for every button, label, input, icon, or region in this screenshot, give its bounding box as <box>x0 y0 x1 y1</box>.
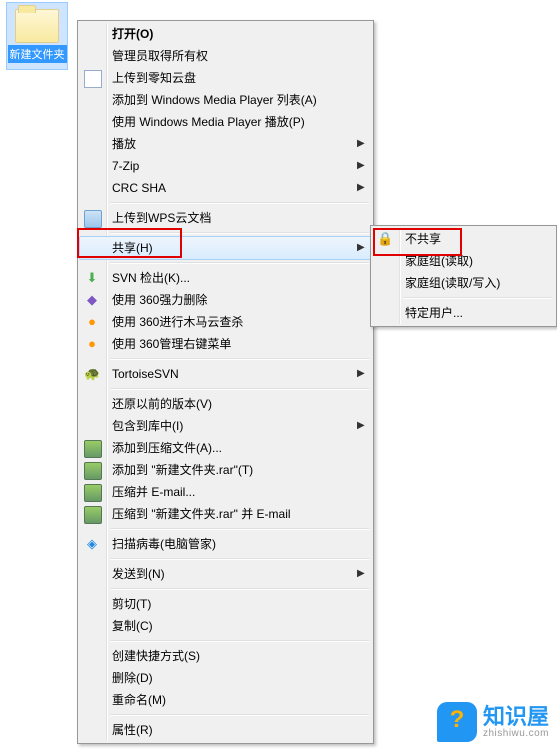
logo-subtext: zhishiwu.com <box>483 728 549 739</box>
separator <box>110 588 369 590</box>
separator <box>110 202 369 204</box>
menu-share[interactable]: 共享(H) ▶ <box>79 236 372 260</box>
menu-properties[interactable]: 属性(R) <box>80 719 371 741</box>
lock-icon: 🔒 <box>377 231 393 247</box>
menu-open[interactable]: 打开(O) <box>80 23 371 45</box>
separator <box>110 358 369 360</box>
menu-admin-ownership[interactable]: 管理员取得所有权 <box>80 45 371 67</box>
svn-checkout-icon: ⬇ <box>84 270 100 286</box>
wps-icon <box>84 210 102 228</box>
separator <box>403 297 552 299</box>
menu-wmp-play[interactable]: 使用 Windows Media Player 播放(P) <box>80 111 371 133</box>
menu-copy[interactable]: 复制(C) <box>80 615 371 637</box>
menu-play[interactable]: 播放 ▶ <box>80 133 371 155</box>
chevron-right-icon: ▶ <box>357 415 365 437</box>
submenu-no-share[interactable]: 🔒 不共享 <box>373 228 554 250</box>
chevron-right-icon: ▶ <box>357 563 365 585</box>
submenu-specific-user[interactable]: 特定用户... <box>373 302 554 324</box>
menu-tortoisesvn[interactable]: 🐢 TortoiseSVN ▶ <box>80 363 371 385</box>
menu-wmp-add[interactable]: 添加到 Windows Media Player 列表(A) <box>80 89 371 111</box>
separator <box>110 640 369 642</box>
folder-icon <box>15 9 59 43</box>
menu-crc-sha[interactable]: CRC SHA ▶ <box>80 177 371 199</box>
menu-svn-checkout[interactable]: ⬇ SVN 检出(K)... <box>80 267 371 289</box>
menu-upload-cloud[interactable]: 上传到零知云盘 <box>80 67 371 89</box>
logo-text: 知识屋 <box>483 706 549 728</box>
submenu-homegroup-readwrite[interactable]: 家庭组(读取/写入) <box>373 272 554 294</box>
submenu-homegroup-read[interactable]: 家庭组(读取) <box>373 250 554 272</box>
winrar-icon <box>84 462 102 480</box>
separator <box>110 388 369 390</box>
site-watermark: 知识屋 zhishiwu.com <box>437 700 549 744</box>
cloud-doc-icon <box>84 70 102 88</box>
menu-rename[interactable]: 重命名(M) <box>80 689 371 711</box>
separator <box>110 232 369 234</box>
winrar-icon <box>84 484 102 502</box>
menu-360-manage[interactable]: ● 使用 360管理右键菜单 <box>80 333 371 355</box>
menu-create-shortcut[interactable]: 创建快捷方式(S) <box>80 645 371 667</box>
logo-bubble-icon <box>437 702 477 742</box>
winrar-icon <box>84 440 102 458</box>
context-menu-main: 打开(O) 管理员取得所有权 上传到零知云盘 添加到 Windows Media… <box>77 20 374 744</box>
folder-label: 新建文件夹 <box>8 45 67 63</box>
360-delete-icon: ◆ <box>84 292 100 308</box>
menu-wps-upload[interactable]: 上传到WPS云文档 <box>80 207 371 229</box>
context-menu-share-submenu: 🔒 不共享 家庭组(读取) 家庭组(读取/写入) 特定用户... <box>370 225 557 327</box>
menu-rar-add-named[interactable]: 添加到 "新建文件夹.rar"(T) <box>80 459 371 481</box>
separator <box>110 528 369 530</box>
separator <box>110 558 369 560</box>
tortoise-icon: 🐢 <box>84 366 100 382</box>
winrar-icon <box>84 506 102 524</box>
menu-send-to[interactable]: 发送到(N) ▶ <box>80 563 371 585</box>
chevron-right-icon: ▶ <box>357 363 365 385</box>
menu-restore-previous[interactable]: 还原以前的版本(V) <box>80 393 371 415</box>
menu-virus-scan[interactable]: ◈ 扫描病毒(电脑管家) <box>80 533 371 555</box>
menu-rar-email-named[interactable]: 压缩到 "新建文件夹.rar" 并 E-mail <box>80 503 371 525</box>
separator <box>110 714 369 716</box>
menu-7zip[interactable]: 7-Zip ▶ <box>80 155 371 177</box>
chevron-right-icon: ▶ <box>357 155 365 177</box>
menu-delete[interactable]: 删除(D) <box>80 667 371 689</box>
chevron-right-icon: ▶ <box>357 237 365 259</box>
360-manage-icon: ● <box>84 336 100 352</box>
menu-cut[interactable]: 剪切(T) <box>80 593 371 615</box>
chevron-right-icon: ▶ <box>357 133 365 155</box>
chevron-right-icon: ▶ <box>357 177 365 199</box>
desktop-folder[interactable]: 新建文件夹 <box>6 2 68 70</box>
menu-rar-add[interactable]: 添加到压缩文件(A)... <box>80 437 371 459</box>
menu-include-library[interactable]: 包含到库中(I) ▶ <box>80 415 371 437</box>
menu-360-scan[interactable]: ● 使用 360进行木马云查杀 <box>80 311 371 333</box>
menu-rar-email[interactable]: 压缩并 E-mail... <box>80 481 371 503</box>
separator <box>110 262 369 264</box>
360-scan-icon: ● <box>84 314 100 330</box>
shield-icon: ◈ <box>84 536 100 552</box>
menu-360-delete[interactable]: ◆ 使用 360强力删除 <box>80 289 371 311</box>
